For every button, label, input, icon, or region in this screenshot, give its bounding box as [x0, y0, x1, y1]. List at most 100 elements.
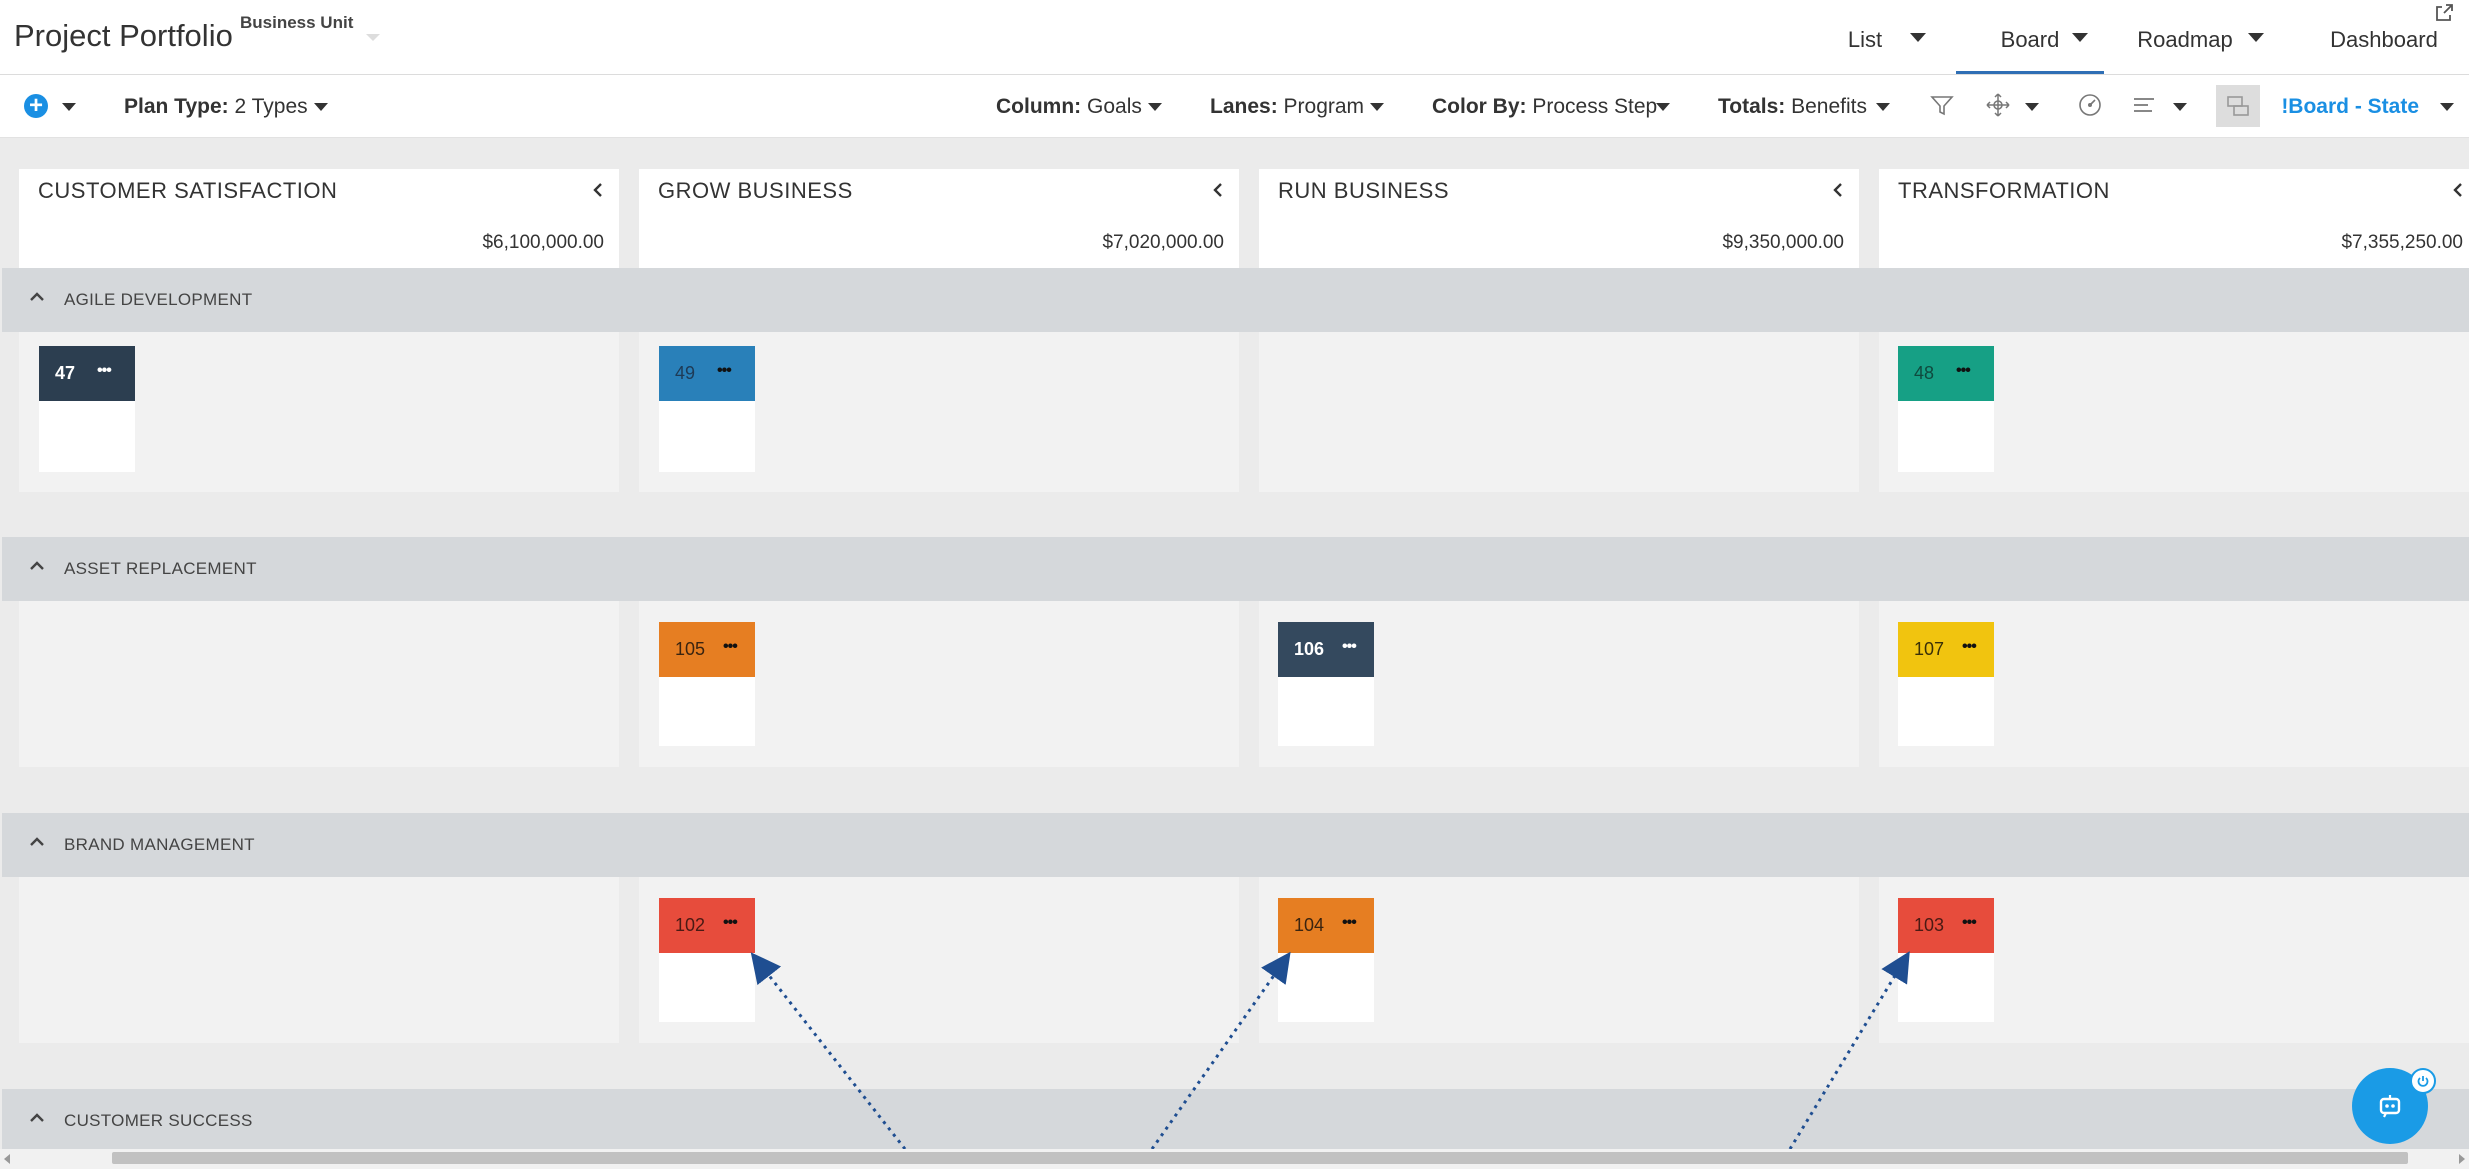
scrollbar-thumb[interactable] [112, 1152, 2408, 1164]
card-header: 103 ••• [1898, 898, 1994, 953]
lanes-selector[interactable]: Lanes: Program [1210, 95, 1364, 119]
lane-cell [1259, 332, 1859, 492]
chevron-up-icon[interactable] [28, 559, 46, 571]
tab-list[interactable]: List [1830, 0, 1900, 74]
business-unit-selector[interactable]: Business Unit [240, 13, 353, 33]
saved-view-dropdown-icon[interactable] [2440, 103, 2454, 111]
column-transformation: TRANSFORMATION $7,355,250.00 [1879, 169, 2469, 268]
card-id: 103 [1914, 915, 1945, 935]
expand-icon[interactable] [2433, 2, 2455, 24]
column-run-business: RUN BUSINESS $9,350,000.00 [1259, 169, 1859, 268]
more-icon[interactable]: ••• [723, 914, 738, 932]
more-icon[interactable]: ••• [97, 362, 112, 380]
lane-header-customer-success[interactable]: CUSTOMER SUCCESS [2, 1089, 2469, 1149]
totals-selector[interactable]: Totals: Benefits [1718, 95, 1867, 119]
tab-dashboard[interactable]: Dashboard [2322, 0, 2446, 74]
card-header: 48 ••• [1898, 346, 1994, 401]
toolbar: + Plan Type: 2 Types Column: Goals Lanes… [0, 75, 2469, 138]
collapse-column-icon[interactable] [2451, 181, 2465, 199]
power-glyph [2417, 1076, 2429, 1087]
column-selector[interactable]: Column: Goals [996, 95, 1142, 119]
collapse-column-icon[interactable] [1211, 181, 1225, 199]
scroll-right-icon[interactable] [2459, 1154, 2465, 1164]
lane-header-agile-development[interactable]: AGILE DEVELOPMENT [2, 268, 2469, 332]
card-id: 107 [1914, 639, 1945, 659]
lane-header-asset-replacement[interactable]: ASSET REPLACEMENT [2, 537, 2469, 601]
lane-header-brand-management[interactable]: BRAND MANAGEMENT [2, 813, 2469, 877]
app-title: Project Portfolio [14, 18, 233, 53]
card-header: 104 ••• [1278, 898, 1374, 953]
column-title: RUN BUSINESS [1278, 178, 1450, 203]
more-icon[interactable]: ••• [1342, 914, 1357, 932]
card-header: 105 ••• [659, 622, 755, 677]
lane-title: ASSET REPLACEMENT [64, 559, 257, 578]
card-id: 104 [1294, 915, 1325, 935]
chevron-up-icon[interactable] [28, 290, 46, 302]
column-grow-business: GROW BUSINESS $7,020,000.00 [639, 169, 1239, 268]
lane-cell [19, 601, 619, 767]
list-dropdown-icon[interactable] [1910, 33, 1926, 42]
more-icon[interactable]: ••• [717, 362, 732, 380]
card-header: 102 ••• [659, 898, 755, 953]
add-dropdown-icon[interactable] [62, 103, 76, 111]
card-105[interactable]: 105 ••• [659, 622, 755, 746]
more-icon[interactable]: ••• [1342, 638, 1357, 656]
card-id: 105 [675, 639, 706, 659]
card-header: 107 ••• [1898, 622, 1994, 677]
column-dropdown-icon[interactable] [1148, 103, 1162, 111]
add-icon[interactable]: + [24, 94, 48, 118]
power-icon[interactable] [2410, 1068, 2436, 1094]
lane-cell [19, 877, 619, 1043]
chevron-up-icon[interactable] [28, 1111, 46, 1123]
color-by-selector[interactable]: Color By: Process Step [1432, 95, 1657, 119]
card-107[interactable]: 107 ••• [1898, 622, 1994, 746]
gauge-icon[interactable] [2076, 91, 2104, 119]
app-header: Project Portfolio Business Unit List Boa… [0, 0, 2469, 75]
column-total: $7,355,250.00 [2341, 232, 2463, 253]
more-icon[interactable]: ••• [1956, 362, 1971, 380]
column-title: TRANSFORMATION [1898, 178, 2110, 203]
color-by-dropdown-icon[interactable] [1656, 103, 1670, 111]
card-header: 106 ••• [1278, 622, 1374, 677]
more-icon[interactable]: ••• [1962, 638, 1977, 656]
totals-dropdown-icon[interactable] [1876, 103, 1890, 111]
business-unit-caret-icon[interactable] [366, 34, 380, 41]
card-103[interactable]: 103 ••• [1898, 898, 1994, 1022]
tab-roadmap[interactable]: Roadmap [2130, 0, 2240, 74]
horizontal-scrollbar[interactable] [0, 1149, 2469, 1169]
card-id: 47 [55, 363, 76, 383]
more-icon[interactable]: ••• [723, 638, 738, 656]
saved-view-name[interactable]: !Board - State [2281, 95, 2419, 119]
collapse-column-icon[interactable] [591, 181, 605, 199]
layout-icon[interactable] [2216, 85, 2260, 127]
move-dropdown-icon[interactable] [2025, 103, 2039, 111]
card-48[interactable]: 48 ••• [1898, 346, 1994, 472]
align-icon[interactable] [2130, 91, 2158, 119]
roadmap-dropdown-icon[interactable] [2248, 33, 2264, 42]
column-customer-satisfaction: CUSTOMER SATISFACTION $6,100,000.00 [19, 169, 619, 268]
plan-type-filter[interactable]: Plan Type: 2 Types [124, 95, 308, 119]
scroll-left-icon[interactable] [4, 1154, 10, 1164]
board-dropdown-icon[interactable] [2072, 33, 2088, 42]
card-49[interactable]: 49 ••• [659, 346, 755, 472]
card-106[interactable]: 106 ••• [1278, 622, 1374, 746]
lanes-dropdown-icon[interactable] [1370, 103, 1384, 111]
plan-type-dropdown-icon[interactable] [314, 103, 328, 111]
lane-title: AGILE DEVELOPMENT [64, 290, 253, 309]
collapse-column-icon[interactable] [1831, 181, 1845, 199]
card-104[interactable]: 104 ••• [1278, 898, 1374, 1022]
card-header: 49 ••• [659, 346, 755, 401]
filter-icon[interactable] [1928, 91, 1956, 119]
more-icon[interactable]: ••• [1962, 914, 1977, 932]
move-icon[interactable] [1984, 91, 2012, 119]
assistant-icon [2379, 1095, 2401, 1118]
lane-title: BRAND MANAGEMENT [64, 835, 255, 854]
card-47[interactable]: 47 ••• [39, 346, 135, 472]
card-id: 49 [675, 363, 696, 383]
align-dropdown-icon[interactable] [2173, 103, 2187, 111]
assistant-button[interactable] [2352, 1068, 2436, 1144]
column-title: GROW BUSINESS [658, 178, 853, 203]
chevron-up-icon[interactable] [28, 835, 46, 847]
lane-title: CUSTOMER SUCCESS [64, 1111, 253, 1130]
card-102[interactable]: 102 ••• [659, 898, 755, 1022]
